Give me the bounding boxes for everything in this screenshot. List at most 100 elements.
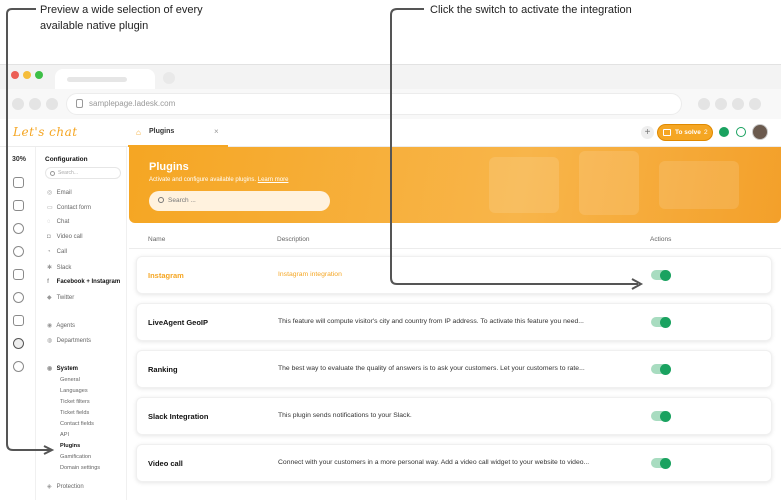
new-tab-button[interactable] [163,72,175,84]
table-row[interactable]: Slack Integration This plugin sends noti… [136,397,772,435]
sidebar-subitem-plugins[interactable]: Plugins [60,443,80,449]
plugin-toggle[interactable] [651,316,671,328]
phone-icon[interactable] [13,246,24,257]
plugin-toggle[interactable] [651,269,671,281]
table-header: Name Description Actions [129,231,781,249]
mail-icon[interactable] [13,200,24,211]
email-icon: ◎ [47,190,53,196]
sidebar-item-call[interactable]: ◔ Call [47,249,67,255]
settings-icon[interactable] [13,338,24,349]
add-button[interactable]: + [641,126,654,139]
sidebar-item-contact-form[interactable]: ▭ Contact form [47,204,91,211]
browser-tab[interactable] [55,69,155,89]
phone-icon[interactable] [736,127,746,137]
avatar[interactable] [752,124,768,140]
sidebar-subitem-contact-fields[interactable]: Contact fields [60,421,94,427]
maximize-window-dot[interactable] [35,71,43,79]
sidebar-subitem-languages[interactable]: Languages [60,388,88,394]
sidebar-item-protection[interactable]: ◈ Protection [47,483,84,490]
extension-button[interactable] [732,98,744,110]
sidebar-subitem-api[interactable]: API [60,432,69,438]
table-row[interactable]: Video call Connect with your customers i… [136,444,772,482]
banner-decoration [489,157,559,213]
sidebar-item-email[interactable]: ◎ Email [47,189,72,196]
plugin-description: Connect with your customers in a more pe… [278,459,590,466]
config-search-input[interactable]: Search... [45,167,121,179]
home-icon: ⌂ [136,128,141,137]
plugin-description: Instagram integration [278,271,342,278]
sidebar-subitem-domain-settings[interactable]: Domain settings [60,465,100,471]
close-window-dot[interactable] [11,71,19,79]
forward-button[interactable] [29,98,41,110]
lock-icon [76,99,83,108]
tab-title-placeholder [67,77,127,82]
chat-status-icon[interactable] [719,127,729,137]
reload-button[interactable] [46,98,58,110]
table-row[interactable]: Instagram Instagram integration [136,256,772,294]
plugin-description: The best way to evaluate the quality of … [278,365,585,372]
sidebar-subitem-gamification[interactable]: Gamification [60,454,91,460]
to-solve-count: 2 [704,129,708,136]
sidebar-item-label: Departments [56,338,92,344]
video-icon: ◘ [47,234,51,240]
reports-icon[interactable] [13,269,24,280]
sidebar-item-agents[interactable]: ◉ Agents [47,322,75,329]
column-name: Name [148,236,166,243]
annotation-right: Click the switch to activate the integra… [430,4,632,16]
plugins-banner: Plugins Activate and configure available… [129,147,781,223]
sidebar-item-facebook-instagram[interactable]: f Facebook + Instagram [47,279,120,285]
minimize-window-dot[interactable] [23,71,31,79]
sidebar-item-label: Agents [56,323,76,329]
sidebar-subitem-ticket-fields[interactable]: Ticket fields [60,410,89,416]
sidebar-item-label: Facebook + Instagram [56,279,121,285]
banner-decoration [579,151,639,215]
plugin-search-input[interactable]: Search ... [149,191,330,211]
extension-button[interactable] [698,98,710,110]
annotation-left: Preview a wide selection of every availa… [40,4,203,32]
phone-icon: ◔ [47,249,51,255]
browser-window: samplepage.ladesk.com Let's chat ⌂ Plugi… [0,64,781,500]
tab-plugins[interactable]: ⌂ Plugins × [128,119,228,147]
sidebar-item-video-call[interactable]: ◘ Video call [47,234,83,240]
knowledgebase-icon[interactable] [13,315,24,326]
contacts-icon[interactable] [13,292,24,303]
dashboard-icon[interactable] [13,177,24,188]
plugin-toggle[interactable] [651,410,671,422]
progress-percent: 30% [12,156,27,163]
sidebar-item-chat[interactable]: ◌ Chat [47,219,69,225]
sidebar-item-label: System [56,366,79,372]
menu-button[interactable] [749,98,761,110]
sidebar-subitem-ticket-filters[interactable]: Ticket filters [60,399,90,405]
back-button[interactable] [12,98,24,110]
plugin-name: Slack Integration [148,412,209,421]
heart-icon[interactable] [13,361,24,372]
table-row[interactable]: Ranking The best way to evaluate the qua… [136,350,772,388]
browser-tabbar [0,65,781,89]
extension-button[interactable] [715,98,727,110]
plugin-name: Ranking [148,365,178,374]
sidebar-subitem-general[interactable]: General [60,377,80,383]
address-bar[interactable]: samplepage.ladesk.com [66,93,682,115]
table-row[interactable]: LiveAgent GeoIP This feature will comput… [136,303,772,341]
plugin-search-placeholder: Search ... [168,197,196,204]
to-solve-button[interactable]: To solve 2 [657,124,713,141]
sidebar-item-twitter[interactable]: ◆ Twitter [47,294,74,301]
icon-rail: 30% [0,147,36,500]
sidebar-item-slack[interactable]: ✱ Slack [47,264,71,271]
chat-icon[interactable] [13,223,24,234]
tab-plugins-label: Plugins [149,128,175,135]
sidebar-item-departments[interactable]: ◍ Departments [47,337,91,344]
plugin-description: This plugin sends notifications to your … [278,412,412,419]
config-search-placeholder: Search... [58,170,79,176]
sidebar-item-system[interactable]: ◉ System [47,365,78,372]
plugin-toggle[interactable] [651,363,671,375]
plugin-toggle[interactable] [651,457,671,469]
sidebar-item-label: Call [56,249,68,255]
agents-icon: ◉ [47,323,53,329]
learn-more-link[interactable]: Learn more [258,177,289,183]
sidebar-item-label: Slack [56,265,72,271]
plugin-name: Instagram [148,271,184,280]
close-icon[interactable]: × [214,127,219,136]
toggle-knob [660,457,671,469]
plugin-description: This feature will compute visitor's city… [278,318,584,325]
